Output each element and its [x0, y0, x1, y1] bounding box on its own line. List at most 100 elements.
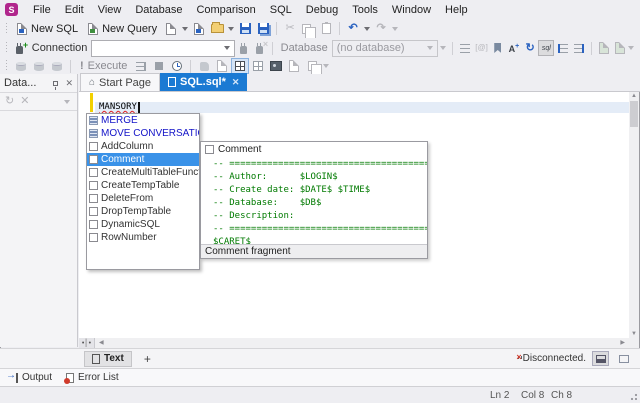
tab-start-page[interactable]: ⌂ Start Page: [80, 73, 160, 91]
autocomplete-item-addcolumn[interactable]: AddColumn: [87, 140, 199, 153]
menu-debug[interactable]: Debug: [299, 2, 345, 18]
redo-dropdown[interactable]: [392, 27, 398, 31]
undo-button[interactable]: ↶: [344, 21, 362, 37]
execute-toolbar-dropdown[interactable]: [323, 64, 329, 68]
disconnect-button[interactable]: ×: [252, 40, 268, 56]
toolbar-grip[interactable]: [5, 42, 9, 54]
redo-button[interactable]: ↷: [372, 21, 390, 37]
copy-button[interactable]: [299, 21, 317, 37]
new-document-button[interactable]: [162, 21, 180, 37]
save-button[interactable]: [236, 21, 254, 37]
scrollbar-thumb[interactable]: [630, 101, 638, 127]
autocomplete-item-move-conversation[interactable]: MOVE CONVERSATION: [87, 127, 199, 140]
close-panel-icon[interactable]: ✕: [65, 79, 73, 88]
database-diagram-button[interactable]: [30, 58, 48, 74]
error-list-panel-button[interactable]: Error List: [66, 372, 119, 383]
autocomplete-item-droptemptable[interactable]: DropTempTable: [87, 205, 199, 218]
database-refactor-button[interactable]: [48, 58, 66, 74]
horizontal-scrollbar[interactable]: •│• ◀ ▶: [79, 338, 629, 348]
refresh-icon: ↻: [525, 43, 534, 54]
scroll-up-icon[interactable]: ▲: [631, 92, 637, 100]
autocomplete-item-label: DropTempTable: [101, 206, 171, 217]
autocomplete-item-dynamicsql[interactable]: DynamicSQL: [87, 218, 199, 231]
menu-comparison[interactable]: Comparison: [189, 2, 262, 18]
format-sql-button[interactable]: sql: [538, 40, 554, 56]
scroll-down-icon[interactable]: ▼: [631, 330, 637, 338]
refresh-suggestions-button[interactable]: ↻: [522, 40, 538, 56]
execute-button[interactable]: ! Execute: [75, 58, 132, 75]
tab-text-view[interactable]: Text: [84, 351, 132, 367]
pin-results-button[interactable]: [285, 58, 303, 74]
execute-step-button[interactable]: [612, 40, 628, 56]
connection-combobox[interactable]: [91, 40, 235, 57]
vertical-scrollbar[interactable]: ▲ ▼: [629, 92, 639, 338]
database-combobox[interactable]: (no database): [332, 40, 439, 57]
execute-block-button[interactable]: [596, 40, 612, 56]
snippet-manager-button[interactable]: [@]: [474, 40, 490, 56]
query-plan-button[interactable]: [267, 58, 285, 74]
menu-window[interactable]: Window: [385, 2, 438, 18]
autocomplete-item-comment-selected[interactable]: Comment: [87, 153, 199, 166]
connection-combo-dropdown[interactable]: [224, 46, 230, 50]
edit-data-button[interactable]: [12, 58, 30, 74]
toolbar-grip[interactable]: [5, 60, 9, 72]
autocomplete-item-merge[interactable]: MERGE: [87, 114, 199, 127]
delete-icon[interactable]: ✕: [20, 96, 29, 107]
explorer-dropdown[interactable]: [64, 100, 70, 104]
resize-grip[interactable]: [629, 392, 637, 400]
font-increase-button[interactable]: A+: [506, 40, 522, 56]
menu-file[interactable]: File: [26, 2, 58, 18]
sql-editor[interactable]: MANSORY MERGE MOVE CONVERSATION AddColum…: [79, 92, 629, 338]
new-sql-button[interactable]: New SQL: [12, 20, 83, 37]
autocomplete-item-deletefrom[interactable]: DeleteFrom: [87, 192, 199, 205]
results-grid-button[interactable]: [249, 58, 267, 74]
autocomplete-item-rownumber[interactable]: RowNumber: [87, 231, 199, 244]
database-combo-dropdown[interactable]: [427, 46, 433, 50]
bookmark-button[interactable]: [490, 40, 506, 56]
open-file-button[interactable]: [208, 21, 226, 37]
menu-help[interactable]: Help: [438, 2, 475, 18]
goto-line-button[interactable]: [457, 40, 473, 56]
database-extra-dropdown[interactable]: [440, 46, 446, 50]
new-connection-button[interactable]: +: [12, 40, 28, 56]
cut-button[interactable]: ✂: [281, 21, 299, 37]
goto-line-icon: [460, 44, 470, 53]
menu-edit[interactable]: Edit: [58, 2, 91, 18]
refresh-icon[interactable]: ↻: [5, 96, 14, 107]
scroll-left-icon[interactable]: ◀: [99, 339, 104, 347]
indent-decrease-button[interactable]: [571, 40, 587, 56]
new-query-button[interactable]: New Query: [83, 20, 162, 37]
single-view-button[interactable]: [615, 351, 632, 366]
split-view-button[interactable]: [592, 351, 609, 366]
query-history-button[interactable]: [168, 58, 186, 74]
connect-button[interactable]: [235, 40, 251, 56]
undo-dropdown[interactable]: [364, 27, 370, 31]
toolbar-grip[interactable]: [5, 23, 9, 35]
stop-button[interactable]: [150, 58, 168, 74]
open-file-dropdown[interactable]: [228, 27, 234, 31]
autocomplete-item-createmultitablefunction[interactable]: CreateMultiTableFunction: [87, 166, 199, 179]
new-window-button[interactable]: [190, 21, 208, 37]
new-document-dropdown[interactable]: [182, 27, 188, 31]
paste-button[interactable]: [317, 21, 335, 37]
scroll-right-icon[interactable]: ▶: [620, 339, 625, 347]
save-all-button[interactable]: [254, 21, 272, 37]
output-panel-button[interactable]: Output: [8, 372, 52, 383]
menu-database[interactable]: Database: [128, 2, 189, 18]
validate-button[interactable]: [195, 58, 213, 74]
add-view-button[interactable]: +: [140, 352, 155, 366]
menu-tools[interactable]: Tools: [345, 2, 385, 18]
indent-increase-button[interactable]: [554, 40, 570, 56]
menu-sql[interactable]: SQL: [263, 2, 299, 18]
pin-icon[interactable]: [53, 81, 58, 86]
toolbar-overflow-dropdown[interactable]: [628, 46, 634, 50]
results-options-button[interactable]: [303, 58, 321, 74]
menu-view[interactable]: View: [91, 2, 129, 18]
execute-to-cursor-button[interactable]: [132, 58, 150, 74]
query-profiler-button[interactable]: [231, 58, 249, 74]
tab-close-icon[interactable]: ✕: [232, 78, 240, 87]
splitter-handle[interactable]: •│•: [79, 338, 95, 348]
tab-sql-document[interactable]: SQL.sql* ✕: [160, 73, 247, 91]
autocomplete-item-createtemptable[interactable]: CreateTempTable: [87, 179, 199, 192]
export-results-button[interactable]: [213, 58, 231, 74]
